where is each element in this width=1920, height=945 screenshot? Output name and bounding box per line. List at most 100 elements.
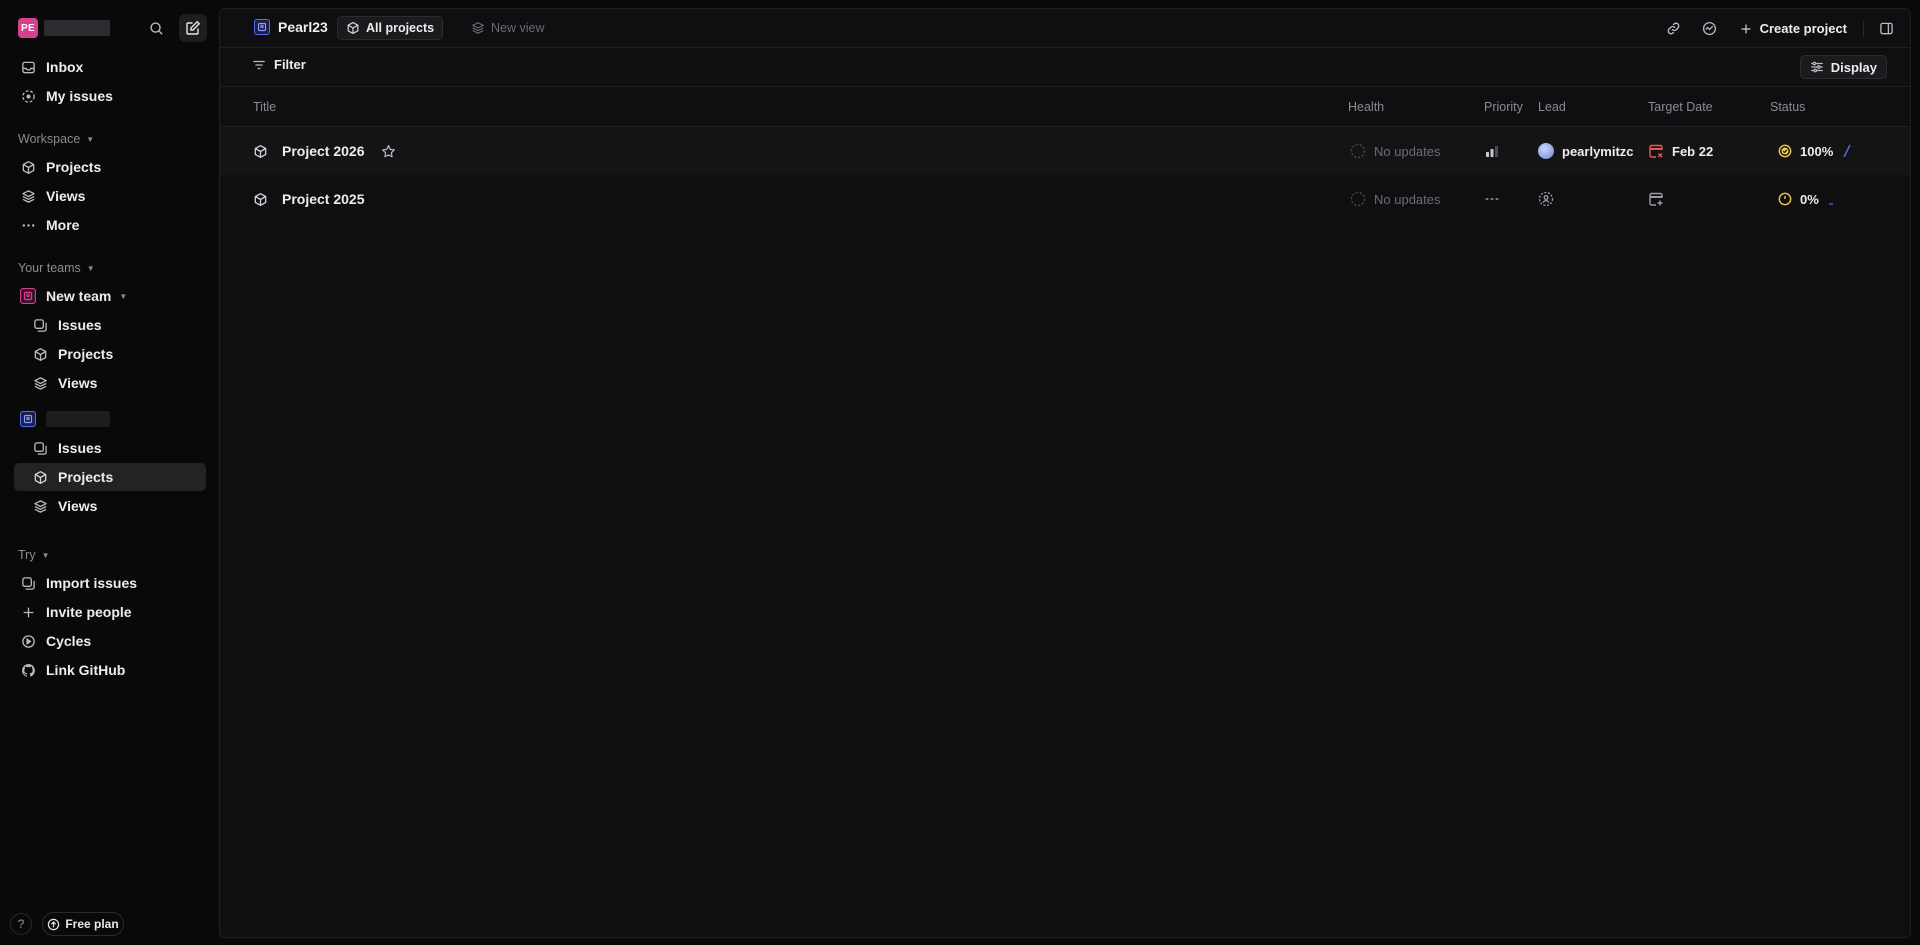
team-redacted[interactable] — [14, 405, 206, 433]
project-title: Project 2025 — [282, 191, 365, 207]
sidebar-item-import-issues[interactable]: Import issues — [14, 569, 206, 597]
target-date-cell[interactable] — [1648, 175, 1664, 223]
star-icon[interactable] — [381, 144, 396, 159]
sidebar-item-label: Projects — [58, 469, 114, 485]
health-text: No updates — [1374, 143, 1441, 159]
column-priority[interactable]: Priority — [1484, 100, 1523, 114]
sidebar-item-team2-issues[interactable]: Issues — [14, 434, 206, 462]
sidebar-item-more[interactable]: More — [14, 211, 206, 239]
sidebar-item-cycles[interactable]: Cycles — [14, 627, 206, 655]
lead-cell[interactable]: pearlymitzc — [1538, 127, 1634, 175]
sidebar-item-label: Projects — [46, 159, 102, 175]
sidebar-item-team1-views[interactable]: Views — [14, 369, 206, 397]
health-dashed-circle-icon — [1350, 191, 1366, 207]
cube-icon — [20, 159, 36, 175]
filter-icon — [252, 58, 266, 72]
sidebar-item-label: Issues — [58, 440, 102, 456]
pulse-icon[interactable] — [1692, 15, 1728, 43]
tab-label: New view — [491, 21, 545, 35]
lead-cell[interactable] — [1538, 175, 1554, 223]
filter-button[interactable]: Filter — [252, 57, 306, 72]
sidebar-toggle-icon[interactable] — [1868, 15, 1904, 43]
cube-icon — [32, 469, 48, 485]
top-bar: Pearl23 All projects New view Create pro… — [220, 9, 1910, 48]
column-health[interactable]: Health — [1348, 100, 1384, 114]
workspace-avatar: PE — [18, 18, 38, 38]
top-actions: Create project — [1656, 9, 1910, 48]
issues-icon — [32, 317, 48, 333]
tab-all-projects[interactable]: All projects — [337, 16, 444, 40]
issues-icon — [32, 440, 48, 456]
table-row[interactable]: Project 2026 No updates pearlymitzc Feb … — [220, 127, 1910, 175]
column-target-date[interactable]: Target Date — [1648, 100, 1713, 114]
avatar — [1538, 143, 1554, 159]
cube-icon — [253, 144, 268, 159]
plus-icon — [1740, 23, 1752, 35]
calendar-add-icon — [1648, 191, 1664, 207]
cube-icon — [253, 192, 268, 207]
status-percent: 0% — [1800, 191, 1819, 207]
section-label: Your teams — [18, 261, 81, 275]
status-started-icon — [1778, 192, 1792, 206]
sidebar-item-projects[interactable]: Projects — [14, 153, 206, 181]
caret-down-icon: ▼ — [119, 291, 128, 301]
display-label: Display — [1830, 59, 1877, 75]
free-plan-button[interactable]: Free plan — [42, 912, 124, 936]
column-title[interactable]: Title — [253, 100, 276, 114]
status-cell[interactable]: 100% — [1778, 127, 1851, 175]
layers-icon — [32, 498, 48, 514]
column-lead[interactable]: Lead — [1538, 100, 1566, 114]
sidebar-item-label: Issues — [58, 317, 102, 333]
health-text: No updates — [1374, 191, 1441, 207]
sidebar-item-team1-issues[interactable]: Issues — [14, 311, 206, 339]
team-new-team[interactable]: New team ▼ — [14, 282, 206, 310]
inbox-icon — [20, 59, 36, 75]
project-title-cell[interactable]: Project 2026 — [253, 127, 396, 175]
health-dashed-circle-icon — [1350, 143, 1366, 159]
sidebar-item-my-issues[interactable]: My issues — [14, 82, 206, 110]
try-section-toggle[interactable]: Try ▼ — [18, 548, 50, 562]
layers-icon — [471, 21, 485, 35]
tab-new-view[interactable]: New view — [463, 16, 553, 40]
no-priority-icon — [1484, 191, 1500, 207]
sidebar-item-invite-people[interactable]: Invite people — [14, 598, 206, 626]
progress-mark — [1828, 202, 1835, 206]
layers-icon — [20, 188, 36, 204]
sidebar-item-link-github[interactable]: Link GitHub — [14, 656, 206, 684]
teams-section-toggle[interactable]: Your teams ▼ — [18, 261, 95, 275]
display-button[interactable]: Display — [1799, 55, 1887, 79]
priority-cell[interactable] — [1484, 175, 1500, 223]
sidebar: PE Inbox My issues Workspace ▼ Projects V… — [0, 0, 218, 945]
priority-medium-icon — [1484, 143, 1500, 159]
status-cell[interactable]: 0% — [1778, 175, 1835, 223]
team-icon — [20, 288, 36, 304]
divider — [1863, 20, 1864, 37]
plus-icon — [20, 604, 36, 620]
sidebar-item-label: Invite people — [46, 604, 132, 620]
target-date-cell[interactable]: Feb 22 — [1648, 127, 1713, 175]
link-icon[interactable] — [1656, 15, 1692, 43]
ellipsis-icon — [20, 217, 36, 233]
sidebar-item-team2-views[interactable]: Views — [14, 492, 206, 520]
search-icon[interactable] — [146, 18, 166, 38]
sidebar-item-views[interactable]: Views — [14, 182, 206, 210]
sidebar-item-inbox[interactable]: Inbox — [14, 53, 206, 81]
table-row[interactable]: Project 2025 No updates 0% — [220, 175, 1910, 223]
sidebar-item-label: Link GitHub — [46, 662, 126, 678]
create-project-button[interactable]: Create project — [1728, 15, 1859, 43]
sidebar-item-team2-projects[interactable]: Projects — [14, 463, 206, 491]
health-cell[interactable]: No updates — [1350, 175, 1441, 223]
health-cell[interactable]: No updates — [1350, 127, 1441, 175]
team-name-redacted — [46, 411, 110, 427]
project-title-cell[interactable]: Project 2025 — [253, 175, 365, 223]
workspace-section-toggle[interactable]: Workspace ▼ — [18, 132, 94, 146]
help-button[interactable]: ? — [10, 913, 32, 935]
sidebar-item-label: Views — [46, 188, 86, 204]
breadcrumb-team[interactable]: Pearl23 — [254, 19, 328, 35]
column-status[interactable]: Status — [1770, 100, 1805, 114]
compose-icon[interactable] — [179, 14, 207, 42]
import-icon — [20, 575, 36, 591]
free-plan-label: Free plan — [65, 917, 119, 931]
sidebar-item-team1-projects[interactable]: Projects — [14, 340, 206, 368]
priority-cell[interactable] — [1484, 127, 1500, 175]
